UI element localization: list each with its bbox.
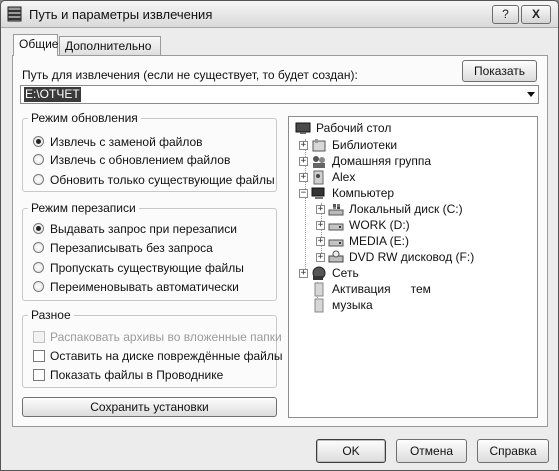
update-mode-title: Режим обновления [28,111,141,125]
system-drive-icon [328,204,344,216]
window-title: Путь и параметры извлечения [29,7,213,22]
show-button[interactable]: Показать [462,60,537,82]
tab-advanced[interactable]: Дополнительно [59,36,161,55]
extraction-path-combobox[interactable]: E:\ОТЧЕТ [20,85,539,104]
radio-button[interactable] [33,223,44,234]
expand-icon[interactable]: + [299,173,308,182]
help-title-button[interactable]: ? [492,5,519,24]
extraction-dialog: Путь и параметры извлечения ? X Общие До… [0,0,559,471]
expand-icon[interactable]: + [299,157,308,166]
overwrite-mode-title: Режим перезаписи [28,201,139,215]
extraction-path-value: E:\ОТЧЕТ [24,87,81,102]
radio-button[interactable] [33,262,44,273]
homegroup-icon [313,156,325,168]
radio-button[interactable] [33,154,44,165]
expand-icon[interactable]: + [316,237,325,246]
checkbox[interactable] [33,331,45,343]
expand-icon[interactable]: + [299,269,308,278]
checkbox[interactable] [33,369,45,381]
tab-general[interactable]: Общие [13,34,58,56]
expand-icon[interactable]: + [316,205,325,214]
extraction-path-label: Путь для извлечения (если не существует,… [22,68,358,82]
radio-button[interactable] [33,136,44,147]
close-button[interactable]: X [521,5,551,24]
user-folder-icon [313,170,324,185]
drive-icon [328,239,344,247]
ok-button[interactable]: OK [316,439,386,463]
network-icon [312,266,326,280]
libraries-icon [312,139,326,152]
help-button[interactable]: Справка [477,439,549,463]
save-settings-button[interactable]: Сохранить установки [22,397,277,417]
misc-title: Разное [28,308,74,322]
dvd-drive-icon [328,250,344,263]
cancel-button[interactable]: Отмена [396,439,467,463]
folder-icon [314,282,324,297]
archive-app-icon [7,6,22,22]
computer-icon [311,187,325,199]
dropdown-arrow-icon[interactable] [527,92,535,97]
folder-icon [314,298,324,313]
drive-icon [328,223,344,231]
desktop-icon [295,122,311,134]
radio-button[interactable] [33,242,44,253]
radio-button[interactable] [33,174,44,185]
checkbox[interactable] [33,350,45,362]
collapse-icon[interactable]: − [299,189,308,198]
expand-icon[interactable]: + [316,221,325,230]
radio-button[interactable] [33,281,44,292]
folder-tree[interactable]: Рабочий стол + Библиотеки + Домашняя гру… [288,116,538,418]
expand-icon[interactable]: + [299,141,308,150]
title-bar[interactable]: Путь и параметры извлечения ? X [1,1,558,28]
expand-icon[interactable]: + [316,253,325,262]
